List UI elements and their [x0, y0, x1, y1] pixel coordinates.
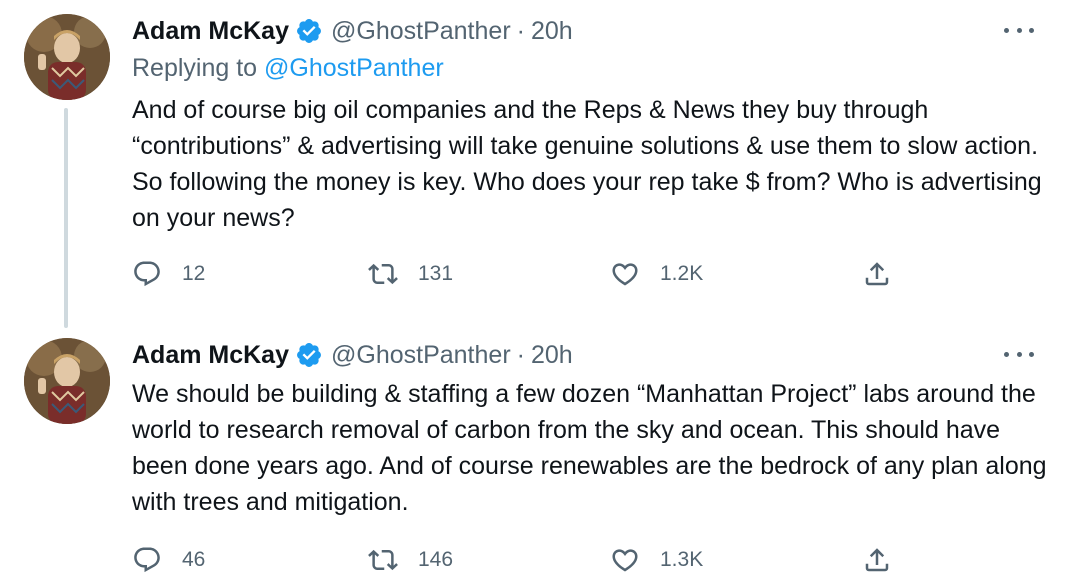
retweet-button[interactable]: 146 [368, 542, 453, 578]
retweet-count: 146 [418, 548, 454, 571]
avatar-image [24, 338, 110, 424]
timestamp[interactable]: 20h [531, 341, 573, 370]
verified-badge-icon [295, 341, 323, 369]
tweet-2[interactable]: Adam McKay @GhostPanther · 20h We should… [0, 324, 1068, 588]
reply-button[interactable]: 12 [132, 256, 205, 292]
share-icon [865, 262, 889, 286]
avatar-image [24, 14, 110, 100]
replying-to: Replying to @GhostPanther [132, 54, 444, 83]
like-count: 1.3K [660, 548, 704, 571]
retweet-icon [368, 263, 398, 285]
reply-icon [134, 261, 160, 287]
reply-count: 46 [182, 548, 206, 571]
author-name[interactable]: Adam McKay [132, 17, 289, 46]
action-bar: 46 146 1.3K [132, 542, 932, 578]
author-handle[interactable]: @GhostPanther [331, 17, 511, 46]
avatar[interactable] [24, 14, 110, 100]
like-count: 1.2K [660, 262, 704, 285]
retweet-count: 131 [418, 262, 454, 285]
like-icon [612, 549, 638, 572]
share-icon [865, 548, 889, 572]
like-button[interactable]: 1.3K [610, 542, 703, 578]
timestamp[interactable]: 20h [531, 17, 573, 46]
separator: · [516, 16, 525, 45]
action-bar: 12 131 1.2K [132, 256, 932, 292]
avatar[interactable] [24, 338, 110, 424]
reply-count: 12 [182, 262, 206, 285]
tweet-header: Adam McKay @GhostPanther · 20h [132, 338, 573, 372]
more-icon[interactable] [1004, 344, 1034, 364]
separator: · [516, 340, 525, 369]
tweet-header: Adam McKay @GhostPanther · 20h [132, 14, 573, 48]
replying-label: Replying to [132, 54, 258, 82]
reply-button[interactable]: 46 [132, 542, 205, 578]
like-button[interactable]: 1.2K [610, 256, 703, 292]
author-name[interactable]: Adam McKay [132, 341, 289, 370]
reply-icon [134, 547, 160, 573]
tweet-text: And of course big oil companies and the … [132, 96, 1042, 232]
tweet-1[interactable]: Adam McKay @GhostPanther · 20h Replying … [0, 0, 1068, 330]
like-icon [612, 263, 638, 286]
tweet-text: We should be building & staffing a few d… [132, 380, 1047, 516]
replying-mention-link[interactable]: @GhostPanther [264, 54, 444, 82]
retweet-icon [368, 549, 398, 571]
more-icon[interactable] [1004, 20, 1034, 40]
author-handle[interactable]: @GhostPanther [331, 341, 511, 370]
verified-badge-icon [295, 17, 323, 45]
share-button[interactable] [862, 542, 892, 578]
retweet-button[interactable]: 131 [368, 256, 453, 292]
share-button[interactable] [862, 256, 892, 292]
